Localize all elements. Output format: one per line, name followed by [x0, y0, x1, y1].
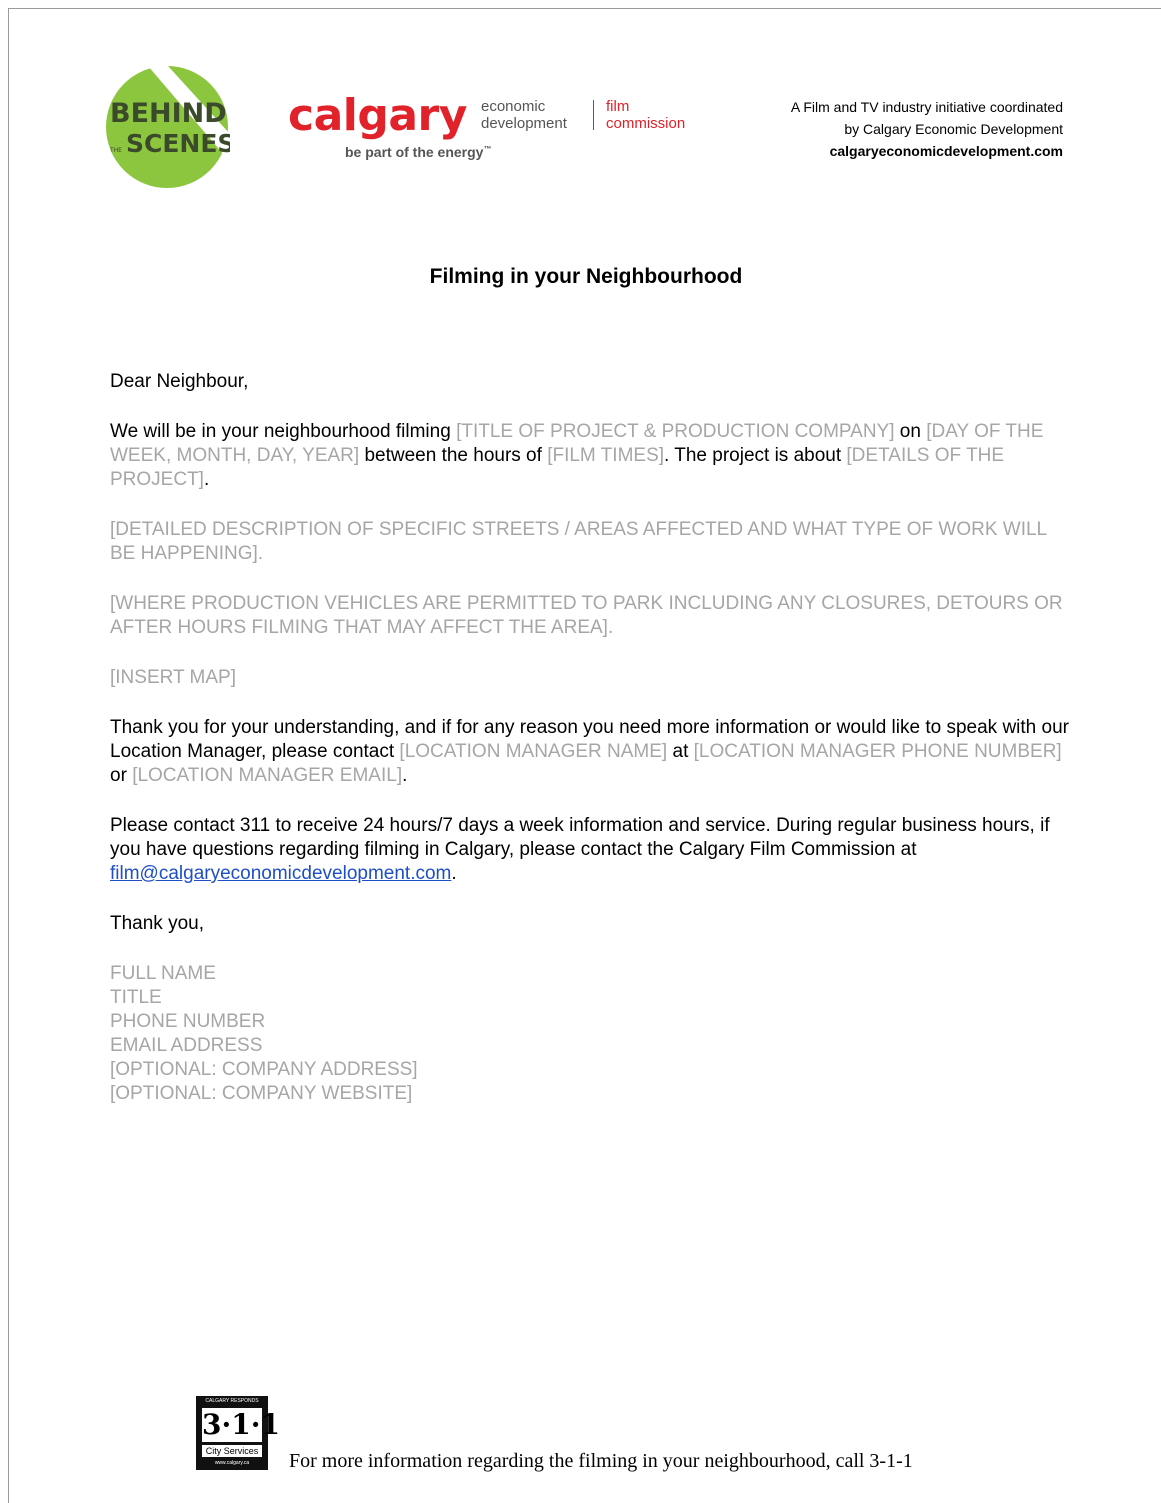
- signature-company-address: [OPTIONAL: COMPANY ADDRESS]: [110, 1059, 418, 1080]
- p1-text2: on: [894, 421, 927, 442]
- p6-text2: .: [451, 863, 457, 884]
- bts-logo-line2: SCENES: [126, 129, 230, 158]
- p1-text4: . The project is about: [664, 445, 847, 466]
- signature-title: TITLE: [110, 987, 162, 1008]
- tagline: be part of the energy™: [345, 144, 491, 160]
- calgary-wordmark: calgary: [288, 90, 467, 141]
- footer-text: For more information regarding the filmi…: [289, 1450, 913, 1472]
- paragraph-contact-location-manager: Thank you for your understanding, and if…: [110, 716, 1070, 788]
- signature-phone: PHONE NUMBER: [110, 1011, 266, 1032]
- closing: Thank you,: [110, 913, 204, 934]
- film-comm-line1: film: [606, 98, 630, 115]
- p5-text2: at: [667, 741, 694, 762]
- placeholder-project-title: [TITLE OF PROJECT & PRODUCTION COMPANY]: [456, 421, 895, 442]
- placeholder-streets-affected: [DETAILED DESCRIPTION OF SPECIFIC STREET…: [110, 519, 1047, 564]
- econ-dev-line2: development: [481, 115, 567, 132]
- signature-block: FULL NAME TITLE PHONE NUMBER EMAIL ADDRE…: [110, 962, 1070, 1106]
- signature-company-website: [OPTIONAL: COMPANY WEBSITE]: [110, 1083, 413, 1104]
- placeholder-parking: [WHERE PRODUCTION VEHICLES ARE PERMITTED…: [110, 593, 1063, 638]
- econ-dev-line1: economic: [481, 98, 546, 115]
- 311-logo-number: 3·1·1: [202, 1408, 280, 1442]
- initiative-line2: by Calgary Economic Development: [844, 121, 1063, 137]
- initiative-url[interactable]: calgaryeconomicdevelopment.com: [791, 140, 1063, 162]
- document-title: Filming in your Neighbourhood: [429, 265, 743, 288]
- behind-the-scenes-logo: BEHIND THE SCENES: [106, 66, 230, 188]
- p5-text3: or: [110, 765, 133, 786]
- placeholder-film-times: [FILM TIMES]: [547, 445, 665, 466]
- economic-development-label: economic development: [481, 98, 567, 132]
- initiative-line1: A Film and TV industry initiative coordi…: [790, 99, 1063, 115]
- trademark-mark: ™: [483, 144, 492, 154]
- p1-text1: We will be in your neighbourhood filming: [110, 421, 457, 442]
- initiative-block: A Film and TV industry initiative coordi…: [791, 96, 1063, 162]
- placeholder-map: [INSERT MAP]: [110, 667, 236, 688]
- bts-logo-line1: BEHIND: [110, 98, 227, 129]
- film-commission-label: film commission: [606, 98, 685, 132]
- letter-body: Dear Neighbour, We will be in your neigh…: [110, 370, 1070, 1106]
- paragraph-filming-details: We will be in your neighbourhood filming…: [110, 420, 1070, 492]
- 311-logo-top-text: CALGARY RESPONDS: [205, 1398, 259, 1404]
- p1-text3: between the hours of: [359, 445, 548, 466]
- bts-logo-the: THE: [109, 147, 122, 154]
- p5-text4: .: [402, 765, 408, 786]
- signature-full-name: FULL NAME: [110, 963, 216, 984]
- logo-divider: [593, 100, 594, 130]
- placeholder-manager-phone: [LOCATION MANAGER PHONE NUMBER]: [693, 741, 1062, 762]
- paragraph-311-info: Please contact 311 to receive 24 hours/7…: [110, 814, 1070, 886]
- placeholder-manager-email: [LOCATION MANAGER EMAIL]: [132, 765, 403, 786]
- 311-logo-web: www.calgary.ca: [214, 1460, 250, 1466]
- calgary-economic-development-logo: calgary economic development film commis…: [288, 94, 708, 166]
- greeting: Dear Neighbour,: [110, 371, 249, 392]
- p1-text5: .: [203, 469, 210, 490]
- placeholder-manager-name: [LOCATION MANAGER NAME]: [399, 741, 668, 762]
- 311-logo-services: City Services: [202, 1445, 262, 1457]
- signature-email: EMAIL ADDRESS: [110, 1035, 263, 1056]
- tagline-text: be part of the energy: [345, 144, 484, 160]
- film-comm-line2: commission: [606, 115, 686, 132]
- p6-text1: Please contact 311 to receive 24 hours/7…: [110, 815, 1050, 860]
- film-commission-email-link[interactable]: film@calgaryeconomicdevelopment.com: [110, 863, 451, 884]
- calgary-311-logo: CALGARY RESPONDS 3·1·1 City Services www…: [196, 1396, 280, 1470]
